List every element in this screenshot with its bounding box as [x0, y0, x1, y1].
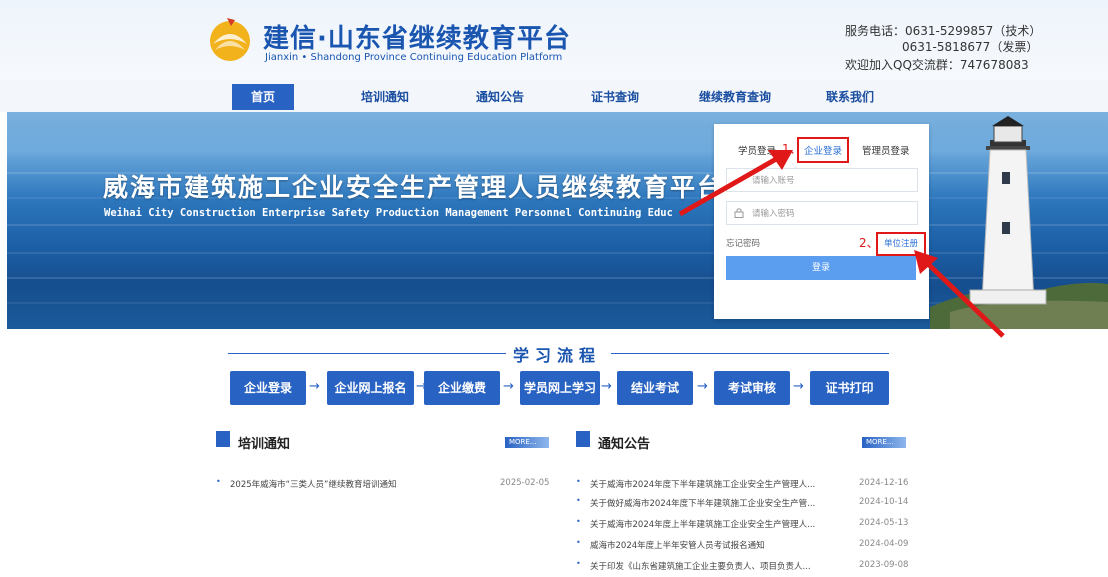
process-step-2: 企业网上报名 [327, 371, 414, 405]
announcement-date: 2024-05-13 [859, 518, 909, 528]
red-arrow-icon-2 [914, 250, 1005, 338]
training-notice-item[interactable]: 2025年威海市“三类人员”继续教育培训通知 [230, 478, 396, 490]
book-icon [216, 431, 230, 447]
process-title: 学习流程 [513, 346, 602, 365]
process-step-4: 学员网上学习 [520, 371, 600, 405]
bullet-icon: • [216, 477, 221, 486]
announcement-date: 2023-09-08 [859, 560, 909, 570]
process-step-1: 企业登录 [230, 371, 306, 405]
announcements-more-button[interactable]: MORE... [862, 437, 906, 448]
arrow-right-icon: → [503, 379, 514, 394]
announcement-date: 2024-12-16 [859, 478, 909, 488]
announcement-item[interactable]: 关于做好威海市2024年度下半年建筑施工企业安全生产管... [590, 497, 815, 509]
announcement-item[interactable]: 威海市2024年度上半年安管人员考试报名通知 [590, 539, 765, 551]
announcement-date: 2024-04-09 [859, 539, 909, 549]
bullet-icon: • [576, 496, 581, 505]
process-step-5: 结业考试 [617, 371, 693, 405]
bullet-icon: • [576, 517, 581, 526]
arrow-right-icon: → [309, 379, 320, 394]
announcement-item[interactable]: 关于威海市2024年度上半年建筑施工企业安全生产管理人... [590, 518, 815, 530]
arrow-right-icon: → [697, 379, 708, 394]
red-arrow-icon [678, 150, 793, 217]
bullet-icon: • [576, 538, 581, 547]
arrow-right-icon: → [793, 379, 804, 394]
process-step-6: 考试审核 [714, 371, 790, 405]
arrow-right-icon: → [601, 379, 612, 394]
book-icon [576, 431, 590, 447]
training-notices-title: 培训通知 [238, 437, 291, 452]
announcement-date: 2024-10-14 [859, 497, 909, 507]
annotation-arrows [678, 150, 1005, 338]
divider-line-right [611, 353, 889, 354]
announcements-title: 通知公告 [598, 437, 651, 452]
bullet-icon: • [576, 477, 581, 486]
divider-line-left [228, 353, 506, 354]
training-notices-more-button[interactable]: MORE... [505, 437, 549, 448]
bullet-icon: • [576, 559, 581, 568]
process-step-7: 证书打印 [810, 371, 889, 405]
training-notice-date: 2025-02-05 [500, 478, 550, 488]
announcement-item[interactable]: 关于威海市2024年度下半年建筑施工企业安全生产管理人... [590, 478, 815, 490]
announcement-item[interactable]: 关于印发《山东省建筑施工企业主要负责人、项目负责人... [590, 560, 811, 572]
process-step-3: 企业缴费 [424, 371, 500, 405]
